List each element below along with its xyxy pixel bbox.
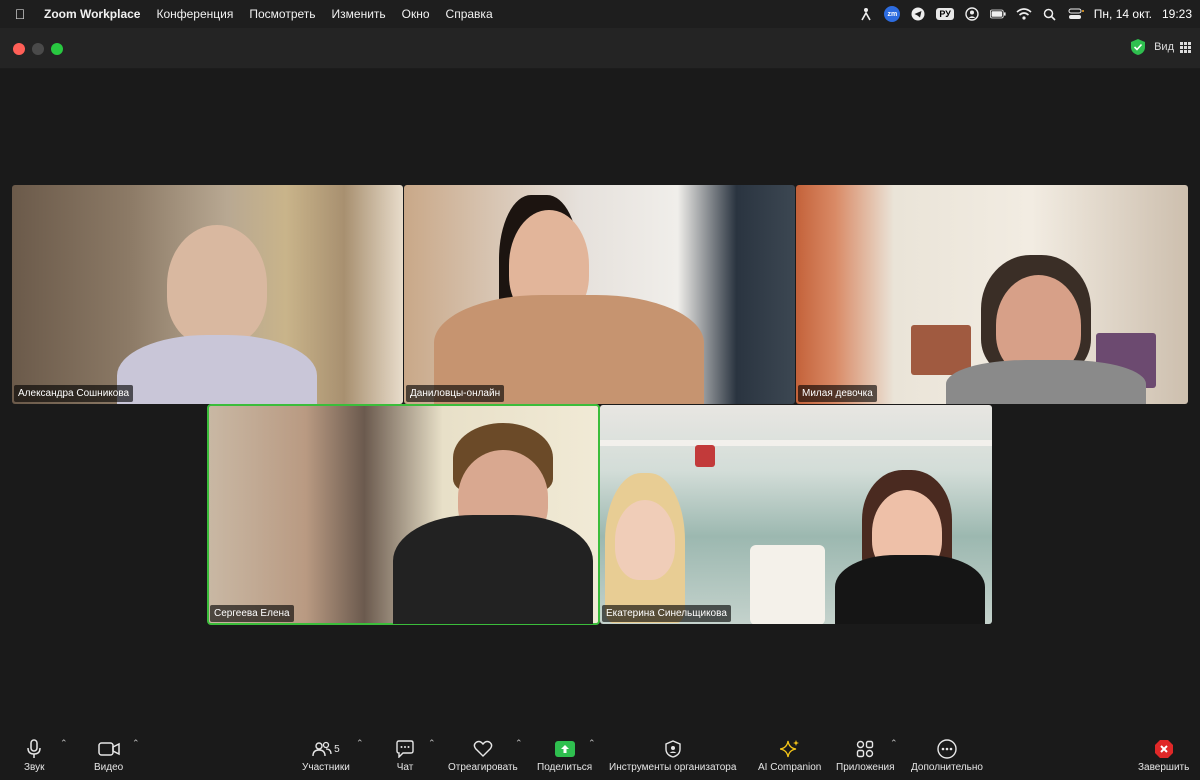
apps-icon [856,738,874,760]
participant-name-tag: Екатерина Синельщикова [602,605,731,622]
gallery-grid-icon [1180,42,1191,53]
menu-edit[interactable]: Изменить [324,7,394,21]
chat-icon [395,738,415,760]
participant-body [393,515,593,624]
video-gallery: Александра Сошникова Даниловцы-онлайн Ми… [0,69,1200,729]
heart-icon [473,738,493,760]
audio-label: Звук [24,762,45,773]
menubar-time[interactable]: 19:23 [1162,7,1192,21]
window-minimize-button[interactable] [32,43,44,55]
participant-name-tag: Александра Сошникова [14,385,134,402]
search-icon[interactable] [1042,6,1058,22]
video-options-chevron-icon[interactable]: ⌃ [132,738,140,749]
menubar-date[interactable]: Пн, 14 окт. [1094,7,1152,21]
apple-menu-icon[interactable]:  [0,6,40,22]
share-screen-button[interactable]: Поделиться [537,738,592,773]
participant-name-tag: Даниловцы-онлайн [406,385,505,402]
end-meeting-label: Завершить [1138,762,1190,773]
participant-body [117,335,317,404]
apps-button[interactable]: Приложения [836,738,895,773]
react-label: Отреагировать [448,762,518,773]
participant-video-feed [167,225,267,345]
video-tile-participant-3[interactable]: Милая девочка [796,185,1188,404]
participant-body [946,360,1146,404]
zoom-tray-icon[interactable]: zm [884,6,901,22]
wifi-icon[interactable] [1016,6,1032,22]
participant-name-tag: Милая девочка [798,385,877,402]
more-dots-icon [937,738,957,760]
chat-options-chevron-icon[interactable]: ⌃ [428,738,436,749]
window-title-bar: Вид [0,28,1200,69]
video-tile-participant-5[interactable]: Екатерина Синельщикова [600,405,992,624]
video-tile-participant-1[interactable]: Александра Сошникова [12,185,403,404]
menu-view[interactable]: Посмотреть [241,7,323,21]
apps-label: Приложения [836,762,895,773]
video-button[interactable]: Видео [94,738,123,773]
shelf [600,440,992,446]
window-fullscreen-button[interactable] [51,43,63,55]
audio-button[interactable]: Звук [24,738,45,773]
wall-picture [911,325,971,375]
menu-app-name[interactable]: Zoom Workplace [40,7,148,21]
ai-companion-button[interactable]: AI Companion [758,738,821,773]
window-close-button[interactable] [13,43,25,55]
encryption-shield-icon[interactable] [1130,38,1146,56]
end-meeting-icon [1154,738,1174,760]
accessibility-icon[interactable] [858,6,874,22]
video-tile-participant-2[interactable]: Даниловцы-онлайн [404,185,795,404]
menu-help[interactable]: Справка [438,7,501,21]
macos-menu-bar:  Zoom Workplace Конференция Посмотреть … [0,0,1200,28]
participants-icon: 5 [312,738,340,760]
toy [695,445,715,467]
share-screen-icon [554,738,575,760]
share-options-chevron-icon[interactable]: ⌃ [588,738,596,749]
host-shield-icon [665,738,681,760]
user-account-icon[interactable] [964,6,980,22]
host-tools-label: Инструменты организатора [609,762,737,773]
microphone-icon [26,738,42,760]
control-center-icon[interactable] [1068,6,1084,22]
participant-name-tag: Сергеева Елена [210,605,294,622]
participant-body [835,555,985,624]
participants-count: 5 [334,743,340,755]
more-label: Дополнительно [911,762,983,773]
participants-label: Участники [302,762,350,773]
menu-conference[interactable]: Конференция [148,7,241,21]
sparkle-icon [779,738,800,760]
host-tools-button[interactable]: Инструменты организатора [609,738,736,773]
more-button[interactable]: Дополнительно [911,738,983,773]
battery-icon[interactable] [989,6,1006,22]
ai-companion-label: AI Companion [758,762,822,773]
telegram-icon[interactable] [910,6,926,22]
view-button-label: Вид [1154,41,1174,53]
participants-button[interactable]: 5 Участники [302,738,350,773]
menu-window[interactable]: Окно [394,7,438,21]
input-language-indicator[interactable]: РУ [936,8,954,20]
video-tile-participant-4-active-speaker[interactable]: Сергеева Елена [207,404,600,625]
meeting-toolbar: Звук ⌃ Видео ⌃ 5 Участники ⌃ Чат ⌃ Отреа… [0,730,1200,780]
share-label: Поделиться [537,762,593,773]
view-button[interactable]: Вид [1154,41,1191,53]
participants-options-chevron-icon[interactable]: ⌃ [356,738,364,749]
apps-options-chevron-icon[interactable]: ⌃ [890,738,898,749]
toy-house [750,545,825,624]
video-camera-icon [97,738,120,760]
audio-options-chevron-icon[interactable]: ⌃ [60,738,68,749]
video-label: Видео [94,762,124,773]
participant-video-feed [615,500,675,580]
react-options-chevron-icon[interactable]: ⌃ [515,738,523,749]
react-button[interactable]: Отреагировать [448,738,518,773]
chat-button[interactable]: Чат [395,738,415,773]
end-meeting-button[interactable]: Завершить [1138,738,1189,773]
chat-label: Чат [396,762,414,773]
